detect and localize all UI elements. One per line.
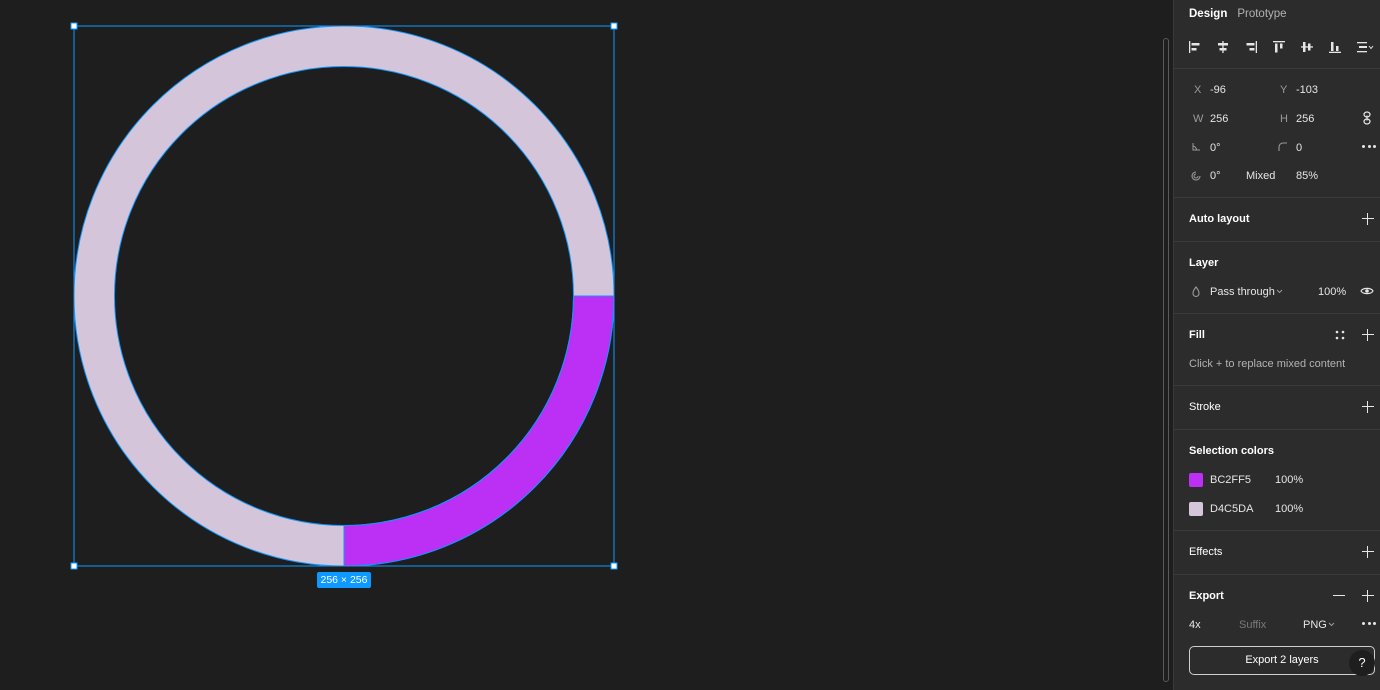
resize-handle-bottom-right[interactable] xyxy=(610,562,618,570)
color-opacity-field[interactable]: 100% xyxy=(1275,503,1303,515)
chevron-down-icon[interactable] xyxy=(1328,622,1335,627)
color-swatch[interactable] xyxy=(1189,502,1203,516)
resize-handle-bottom-left[interactable] xyxy=(70,562,78,570)
export-settings-icon[interactable] xyxy=(1362,622,1376,626)
styles-grid-icon[interactable] xyxy=(1335,330,1345,340)
corner-radius-icon xyxy=(1278,142,1287,151)
design-panel: Design Prototype X -96 Y -103 W 256 H 25… xyxy=(1173,0,1380,690)
add-effect-icon[interactable] xyxy=(1362,546,1374,558)
corner-radius-field[interactable]: 0 xyxy=(1296,142,1302,154)
export-suffix-input[interactable]: Suffix xyxy=(1239,619,1266,631)
rotation-field[interactable]: 0° xyxy=(1210,142,1221,154)
divider xyxy=(1174,429,1380,430)
align-left-icon[interactable] xyxy=(1188,40,1202,54)
divider xyxy=(1174,68,1380,69)
add-auto-layout-icon[interactable] xyxy=(1362,213,1374,225)
distribute-icon[interactable] xyxy=(1356,40,1374,54)
rotation-icon xyxy=(1192,143,1200,151)
resize-handle-top-right[interactable] xyxy=(610,22,618,30)
stroke-title: Stroke xyxy=(1189,401,1221,413)
remove-export-icon[interactable] xyxy=(1333,590,1345,602)
divider xyxy=(1174,197,1380,198)
auto-layout-title: Auto layout xyxy=(1189,213,1250,225)
y-field[interactable]: -103 xyxy=(1296,84,1318,96)
export-layers-button[interactable]: Export 2 layers xyxy=(1189,646,1375,675)
effects-title: Effects xyxy=(1189,546,1223,558)
tab-prototype[interactable]: Prototype xyxy=(1237,8,1286,20)
arc-ratio-field[interactable]: 85% xyxy=(1296,170,1318,182)
height-field[interactable]: 256 xyxy=(1296,113,1314,125)
arc-icon xyxy=(1191,171,1201,181)
chevron-down-icon[interactable] xyxy=(1276,289,1283,294)
divider xyxy=(1174,241,1380,242)
resize-handle-top-left[interactable] xyxy=(70,22,78,30)
arc-shape[interactable] xyxy=(343,295,615,567)
align-top-icon[interactable] xyxy=(1272,40,1286,54)
x-field[interactable]: -96 xyxy=(1210,84,1226,96)
divider xyxy=(1174,313,1380,314)
more-options-icon[interactable] xyxy=(1362,145,1376,149)
canvas[interactable]: 256 × 256 xyxy=(0,0,1160,690)
add-export-icon[interactable] xyxy=(1362,590,1374,602)
arc-sweep-field[interactable]: Mixed xyxy=(1246,170,1275,182)
align-bottom-icon[interactable] xyxy=(1328,40,1342,54)
divider xyxy=(1174,385,1380,386)
export-format-select[interactable]: PNG xyxy=(1303,619,1327,631)
fill-title: Fill xyxy=(1189,329,1205,341)
y-label: Y xyxy=(1280,84,1288,96)
canvas-artwork xyxy=(70,22,618,570)
constrain-proportions-icon[interactable] xyxy=(1362,111,1372,125)
add-stroke-icon[interactable] xyxy=(1362,401,1374,413)
x-label: X xyxy=(1194,84,1202,96)
color-opacity-field[interactable]: 100% xyxy=(1275,474,1303,486)
add-fill-icon[interactable] xyxy=(1362,329,1374,341)
export-title: Export xyxy=(1189,590,1224,602)
h-label: H xyxy=(1280,113,1288,125)
export-scale-select[interactable]: 4x xyxy=(1189,619,1201,631)
tab-design[interactable]: Design xyxy=(1189,8,1227,20)
blend-mode-select[interactable]: Pass through xyxy=(1210,286,1275,298)
align-vertical-center-icon[interactable] xyxy=(1300,40,1314,54)
alignment-toolbar xyxy=(1188,38,1374,56)
canvas-scrollbar[interactable] xyxy=(1163,38,1169,682)
size-badge: 256 × 256 xyxy=(317,572,371,588)
width-field[interactable]: 256 xyxy=(1210,113,1228,125)
color-swatch[interactable] xyxy=(1189,473,1203,487)
divider xyxy=(1174,530,1380,531)
blend-mode-icon xyxy=(1192,286,1200,297)
align-horizontal-center-icon[interactable] xyxy=(1216,40,1230,54)
selection-colors-title: Selection colors xyxy=(1189,445,1274,457)
color-hex-field[interactable]: BC2FF5 xyxy=(1210,474,1251,486)
eye-icon[interactable] xyxy=(1360,286,1374,296)
divider xyxy=(1174,574,1380,575)
arc-start-field[interactable]: 0° xyxy=(1210,170,1221,182)
align-right-icon[interactable] xyxy=(1244,40,1258,54)
fill-hint: Click + to replace mixed content xyxy=(1189,358,1346,370)
layer-opacity-field[interactable]: 100% xyxy=(1318,286,1346,298)
color-hex-field[interactable]: D4C5DA xyxy=(1210,503,1253,515)
layer-title: Layer xyxy=(1189,257,1219,269)
help-button[interactable]: ? xyxy=(1349,650,1375,676)
w-label: W xyxy=(1193,113,1204,125)
panel-tabs: Design Prototype xyxy=(1189,8,1287,20)
